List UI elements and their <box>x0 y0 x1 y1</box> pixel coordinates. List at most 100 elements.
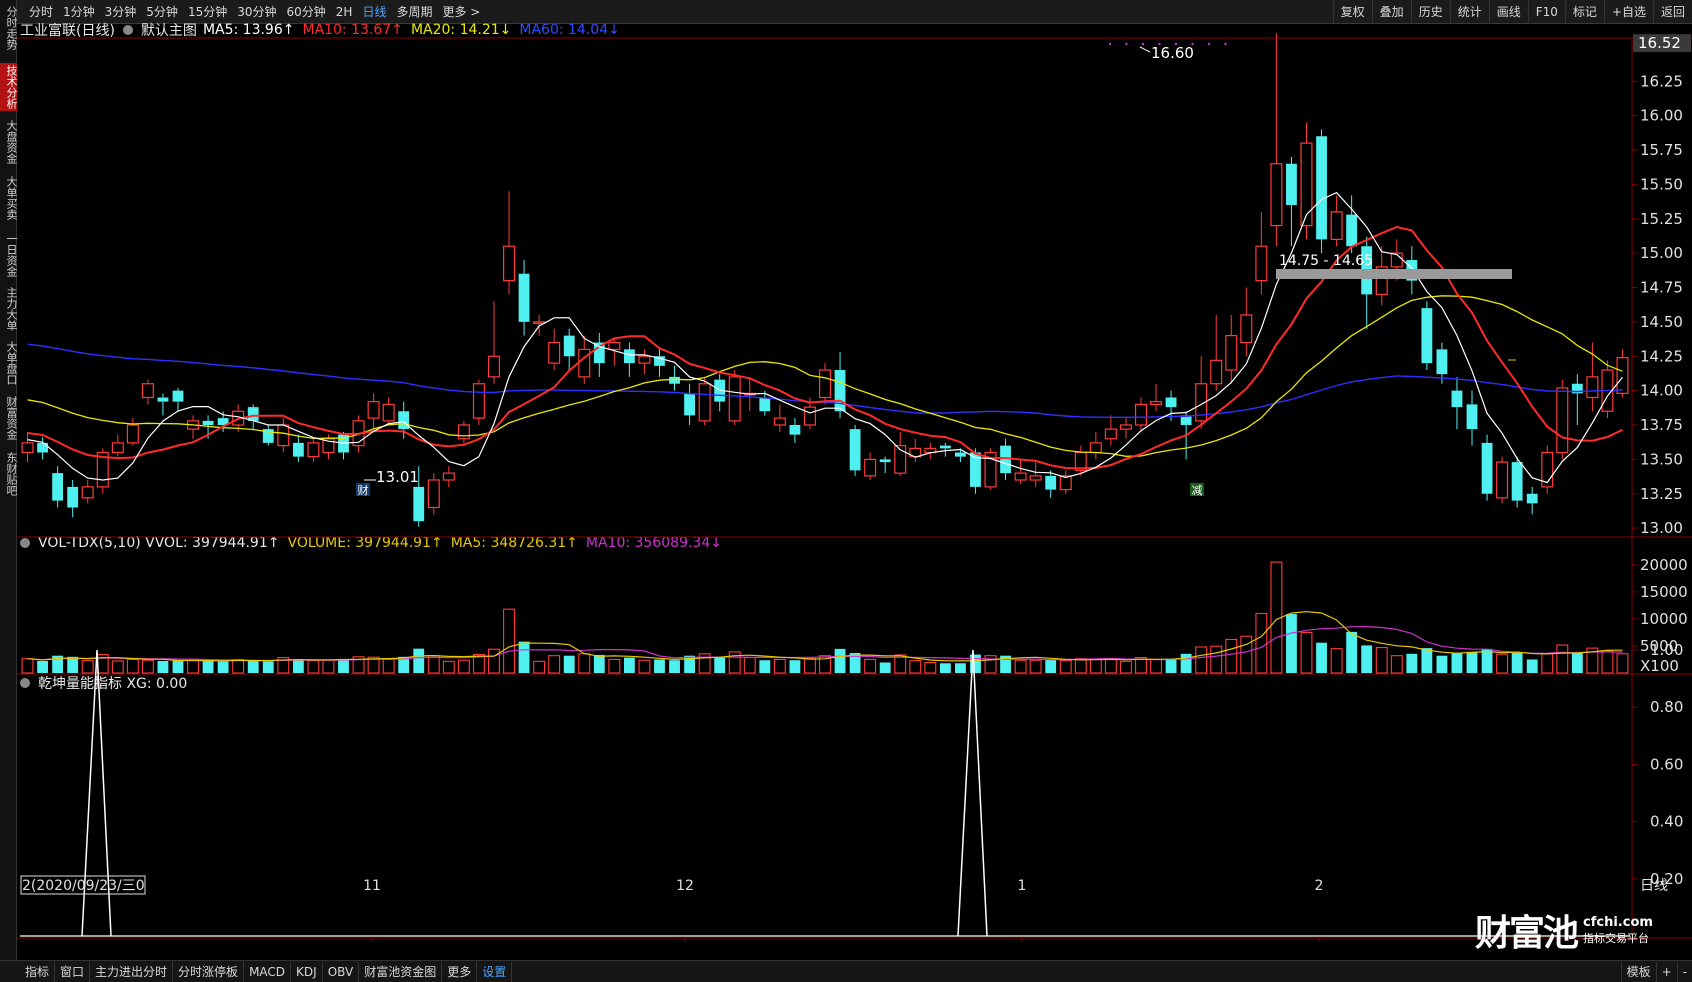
volume-bar <box>247 660 259 673</box>
candle-body <box>563 335 575 357</box>
volume-bar <box>1255 612 1268 674</box>
candle-body <box>698 383 711 422</box>
bottom-right-button[interactable]: - <box>1676 962 1692 982</box>
candle-body <box>939 445 951 449</box>
watermark-url: cfchi.com <box>1583 914 1653 930</box>
volume-bar <box>442 660 455 674</box>
candle-body <box>533 321 546 324</box>
volume-bar <box>1180 653 1192 673</box>
volume-bar <box>1346 631 1358 673</box>
candle-body <box>1436 349 1448 375</box>
volume-bar <box>457 659 470 674</box>
bottom-tab[interactable]: 主力进出分时 <box>90 961 174 982</box>
volume-bar <box>789 660 801 673</box>
candle-body <box>413 486 425 522</box>
price-axis-label: 13.75 <box>1640 416 1683 434</box>
volume-bar <box>413 648 425 673</box>
candle-body <box>834 370 846 412</box>
bottom-tab[interactable]: 窗口 <box>55 961 91 982</box>
volume-bar <box>714 656 726 673</box>
bottom-tab[interactable]: 分时涨停板 <box>173 961 245 982</box>
candle-body <box>292 442 304 457</box>
vol-axis-label: 10000 <box>1640 610 1688 628</box>
leftnav-item[interactable]: 主力大单 <box>0 285 18 333</box>
bottom-right-button[interactable]: + <box>1655 962 1677 982</box>
candle-body <box>955 452 966 457</box>
volume-bar <box>1059 660 1072 674</box>
volume-bar <box>81 660 94 674</box>
volume-bar <box>1375 647 1388 674</box>
tool-button[interactable]: F10 <box>1527 0 1565 24</box>
leftnav-item[interactable]: 分时走势 <box>0 3 18 53</box>
bottom-tab[interactable]: 指标 <box>20 961 56 982</box>
volume-bar <box>1316 642 1327 673</box>
candle-body <box>1616 357 1629 394</box>
bottom-tab[interactable]: OBV <box>323 961 360 982</box>
candle-body <box>487 355 500 378</box>
candle-body <box>608 341 621 350</box>
price-axis-label: 13.00 <box>1640 519 1683 537</box>
price-axis-label: 15.25 <box>1640 210 1683 228</box>
bottom-tab[interactable]: MACD <box>244 961 292 982</box>
jian-marker: 减 <box>1192 484 1203 497</box>
volume-bar <box>834 648 846 673</box>
volume-bar <box>563 655 575 673</box>
volume-bar <box>955 663 966 673</box>
candle-body <box>728 376 741 422</box>
candle-body <box>864 458 877 477</box>
volume-bar <box>879 662 891 673</box>
leftnav-item[interactable]: 财富资金 <box>0 394 18 442</box>
volume-bar <box>1361 645 1373 673</box>
volume-bar <box>1601 650 1614 674</box>
chart-tools: 复权 叠加 历史 统计 画线 F10 标记 +自选 返回 <box>1332 0 1692 24</box>
volume-bar <box>1571 653 1583 673</box>
leftnav-item[interactable]: 大单买卖 <box>0 173 18 223</box>
volume-bar <box>172 660 184 673</box>
bottom-tab[interactable]: 财富池资金图 <box>359 961 443 982</box>
bottom-tab[interactable]: 更多 <box>442 961 478 982</box>
tool-button[interactable]: 标记 <box>1564 0 1604 24</box>
volume-bar <box>909 660 922 674</box>
volume-bar <box>1119 660 1132 674</box>
event-dot <box>1158 42 1161 46</box>
price-range-label: 14.75 - 14.65 <box>1279 253 1373 269</box>
tool-button[interactable]: 统计 <box>1449 0 1489 24</box>
x-axis-start-date: 2(2020/09/23/三0 <box>22 878 145 894</box>
volume-bar <box>187 660 200 674</box>
kline-chart[interactable]: 16.52 16.25 16.00 15.75 15.50 15.25 15.00 14.75… <box>17 24 1692 960</box>
tool-button[interactable]: 返回 <box>1652 0 1692 24</box>
volume-bar <box>292 659 304 673</box>
candle-body <box>578 348 591 378</box>
tool-button[interactable]: 历史 <box>1410 0 1450 24</box>
volume-bar <box>1014 659 1027 674</box>
volume-bar <box>1481 648 1493 673</box>
candle-body <box>818 369 832 399</box>
price-axis-label: 16.52 <box>1638 34 1681 52</box>
leftnav-item[interactable]: 东财贴吧 <box>0 451 18 496</box>
volume-bar <box>338 659 349 673</box>
watermark-subtitle: 指标交易平台 <box>1583 931 1650 945</box>
leftnav-item[interactable]: 大单盘口 <box>0 338 18 388</box>
tool-button[interactable]: 叠加 <box>1371 0 1411 24</box>
event-dot <box>1141 42 1145 46</box>
volume-bar <box>1556 644 1569 674</box>
candle-body <box>638 355 651 364</box>
bottom-right-button[interactable]: 模板 <box>1620 962 1656 982</box>
candle-body <box>367 401 380 419</box>
leftnav-item[interactable]: 一日资金 <box>0 231 18 279</box>
volume-bar <box>773 658 786 674</box>
tool-button[interactable]: 画线 <box>1488 0 1528 24</box>
candle-body <box>548 341 561 364</box>
volume-bar <box>1225 638 1238 674</box>
volume-bar <box>669 660 680 673</box>
candle-body <box>1240 314 1253 344</box>
leftnav-item[interactable]: 技术分析 <box>0 63 18 111</box>
volume-bar <box>262 661 274 673</box>
tool-button[interactable]: 复权 <box>1332 0 1372 24</box>
leftnav-item[interactable]: 大盘资金 <box>0 117 18 167</box>
bottom-tab[interactable]: 设置 <box>477 961 513 982</box>
tool-button[interactable]: +自选 <box>1603 0 1653 24</box>
bottom-tab[interactable]: KDJ <box>291 961 323 982</box>
candle-body <box>503 245 516 282</box>
low-price-label: 13.01 <box>376 468 419 486</box>
